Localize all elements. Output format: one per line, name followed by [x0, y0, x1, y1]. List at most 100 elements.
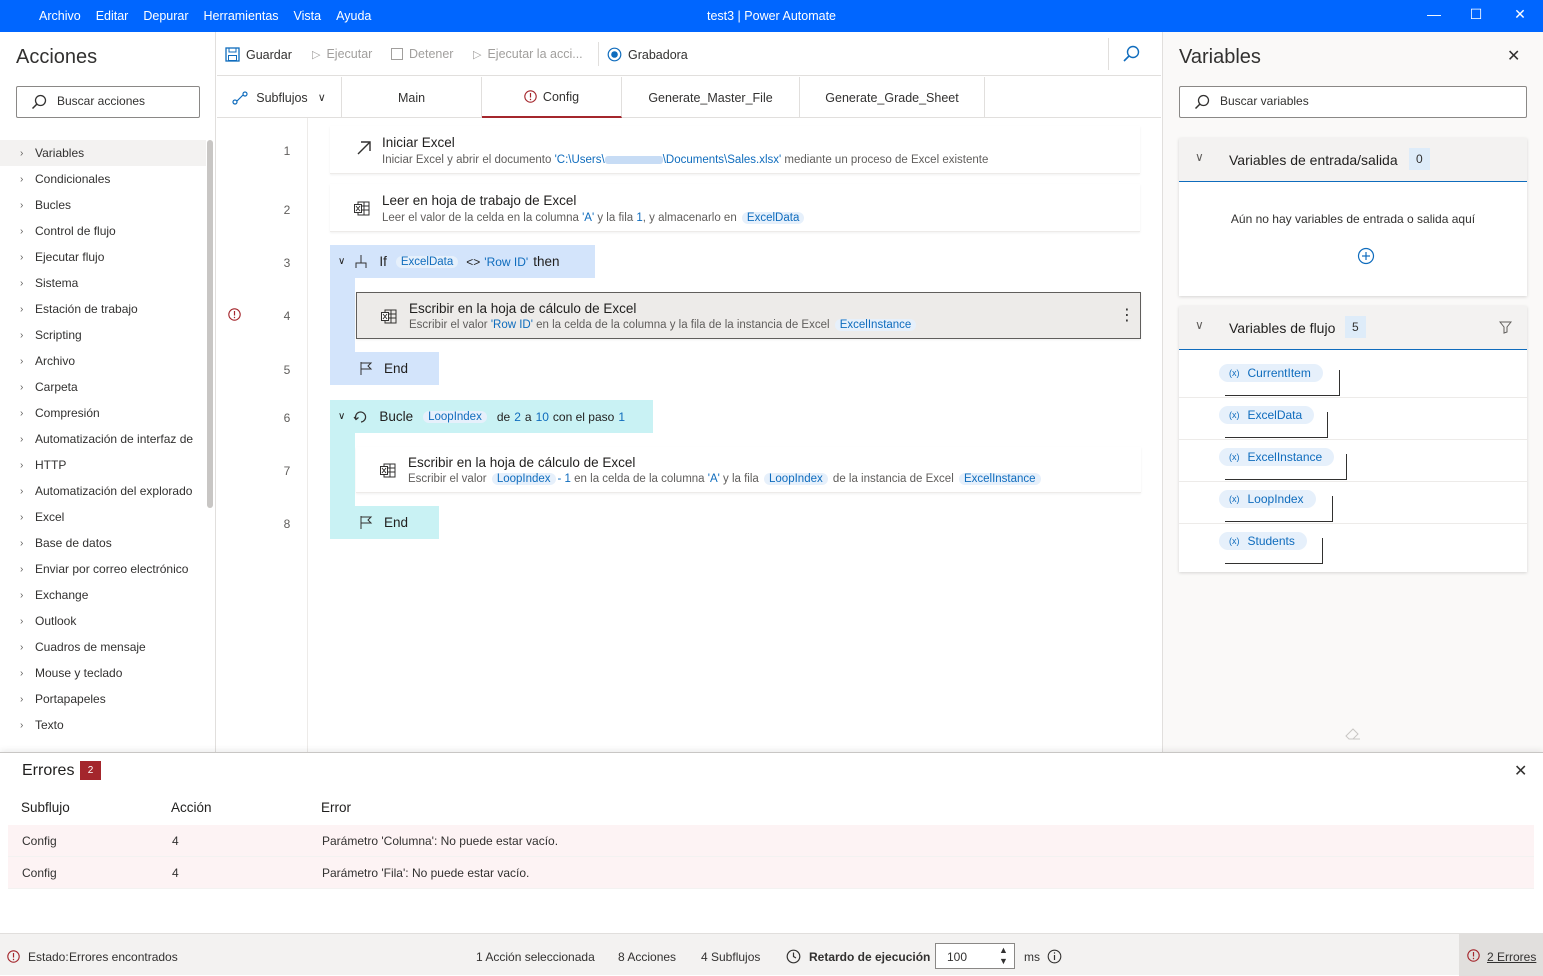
action-category[interactable]: › HTTP — [0, 452, 206, 478]
action-category[interactable]: › Exchange — [0, 582, 206, 608]
maximize-icon[interactable]: ☐ — [1466, 6, 1486, 23]
eraser-icon[interactable] — [1344, 725, 1362, 741]
step-write-excel-selected[interactable]: Escribir en la hoja de cálculo de Excel … — [356, 292, 1141, 339]
action-category[interactable]: › Base de datos — [0, 530, 206, 556]
tab-config[interactable]: Config — [482, 77, 622, 118]
step-run-icon: ▷ — [473, 48, 482, 61]
action-category[interactable]: › Compresión — [0, 400, 206, 426]
step-read-excel[interactable]: Leer en hoja de trabajo de Excel Leer el… — [330, 184, 1140, 232]
more-options-icon[interactable]: ⋮ — [1119, 305, 1135, 325]
tab-main[interactable]: Main — [342, 77, 482, 118]
close-icon[interactable]: ✕ — [1510, 6, 1530, 23]
run-button[interactable]: ▷ Ejecutar — [312, 47, 372, 61]
flow-variable-row[interactable]: (x) Students — [1179, 524, 1527, 566]
action-category[interactable]: › Automatización del explorado — [0, 478, 206, 504]
launch-arrow-icon — [357, 141, 371, 155]
action-category[interactable]: › Enviar por correo electrónico — [0, 556, 206, 582]
action-category[interactable]: › Scripting — [0, 322, 206, 348]
variable-chip[interactable]: (x) Students — [1219, 532, 1307, 550]
tab-generate-grade-sheet[interactable]: Generate_Grade_Sheet — [800, 77, 985, 118]
flow-variable-row[interactable]: (x) ExcelInstance — [1179, 440, 1527, 482]
action-category[interactable]: › Bucles — [0, 192, 206, 218]
chevron-right-icon: › — [20, 537, 24, 549]
flow-variables-header[interactable]: ∨ Variables de flujo 5 — [1179, 306, 1527, 350]
errors-panel: Errores 2 ✕ Subflujo Acción Error Config… — [0, 752, 1543, 933]
variable-pill: LoopIndex — [491, 473, 556, 485]
step-if[interactable]: ∨ If ExcelData <> 'Row ID' then — [330, 245, 595, 278]
close-icon[interactable]: ✕ — [1514, 761, 1527, 781]
save-button[interactable]: Guardar — [225, 47, 292, 62]
run-action-button[interactable]: ▷ Ejecutar la acci... — [473, 47, 583, 61]
actions-scrollbar[interactable] — [207, 140, 213, 508]
errors-link-area[interactable]: 2 Errores — [1459, 934, 1543, 976]
action-category[interactable]: › Excel — [0, 504, 206, 530]
flow-variable-row[interactable]: (x) LoopIndex — [1179, 482, 1527, 524]
action-category[interactable]: › Estación de trabajo — [0, 296, 206, 322]
action-category[interactable]: › Sistema — [0, 270, 206, 296]
collapse-chevron-icon[interactable]: ∨ — [338, 256, 345, 267]
action-category[interactable]: › Archivo — [0, 348, 206, 374]
variables-search-input[interactable] — [1220, 94, 1510, 108]
tab-generate-master-file[interactable]: Generate_Master_File — [622, 77, 800, 118]
action-category-label: Exchange — [35, 588, 89, 602]
close-icon[interactable]: ✕ — [1507, 46, 1520, 66]
step-end-if[interactable]: End — [330, 352, 439, 385]
actions-search-box[interactable] — [16, 86, 200, 118]
action-category-label: Scripting — [35, 328, 82, 342]
flow-variable-row[interactable]: (x) ExcelData — [1179, 398, 1527, 440]
action-category-label: Automatización del explorado — [35, 484, 193, 498]
line-number: 4 — [283, 309, 291, 323]
action-category[interactable]: › Carpeta — [0, 374, 206, 400]
step-end-loop[interactable]: End — [330, 506, 439, 539]
subflow-icon — [232, 90, 248, 105]
variable-chip[interactable]: (x) CurrentItem — [1219, 364, 1323, 382]
step-launch-excel[interactable]: Iniciar Excel Iniciar Excel y abrir el d… — [330, 126, 1140, 174]
stop-button[interactable]: Detener — [391, 47, 453, 61]
error-row[interactable]: Config 4 Parámetro 'Columna': No puede e… — [8, 825, 1534, 857]
action-category[interactable]: › Cuadros de mensaje — [0, 634, 206, 660]
io-variables-header[interactable]: ∨ Variables de entrada/salida 0 — [1179, 138, 1527, 182]
action-category-label: Base de datos — [35, 536, 112, 550]
step-description: Escribir el valor LoopIndex - 1 en la cel… — [408, 473, 1043, 485]
column-header-action[interactable]: Acción — [171, 800, 212, 815]
error-icon — [228, 308, 241, 321]
action-category[interactable]: › Variables — [0, 140, 206, 166]
action-category[interactable]: › Portapapeles — [0, 686, 206, 712]
errors-link[interactable]: 2 Errores — [1487, 950, 1536, 964]
subflows-dropdown[interactable]: Subflujos ∨ — [217, 77, 342, 118]
decrement-icon[interactable]: ▼ — [999, 956, 1008, 966]
action-category-label: Automatización de interfaz de — [35, 432, 194, 446]
error-action: 4 — [172, 834, 179, 848]
delay-input[interactable]: 100 ▲ ▼ — [935, 943, 1015, 969]
action-category[interactable]: › Mouse y teclado — [0, 660, 206, 686]
collapse-chevron-icon[interactable]: ∨ — [338, 411, 345, 422]
step-loop[interactable]: ∨ Bucle LoopIndex de 2 a 10 con el paso … — [330, 400, 653, 433]
variable-chip[interactable]: (x) ExcelInstance — [1219, 448, 1335, 466]
info-icon[interactable] — [1047, 949, 1062, 964]
variables-search-box[interactable] — [1179, 86, 1527, 118]
action-category[interactable]: › Outlook — [0, 608, 206, 634]
column-header-error[interactable]: Error — [321, 800, 351, 815]
action-category[interactable]: › Condicionales — [0, 166, 206, 192]
step-write-excel-loop[interactable]: Escribir en la hoja de cálculo de Excel … — [356, 447, 1141, 493]
variable-type-icon: (x) — [1229, 452, 1240, 462]
filter-icon[interactable] — [1499, 321, 1512, 334]
delay-label: Retardo de ejecución — [809, 950, 931, 964]
minimize-icon[interactable]: — — [1424, 6, 1444, 22]
search-icon[interactable] — [1122, 45, 1140, 63]
actions-search-input[interactable] — [57, 94, 197, 108]
error-row[interactable]: Config 4 Parámetro 'Fila': No puede esta… — [8, 857, 1534, 889]
action-category[interactable]: › Texto — [0, 712, 206, 738]
increment-icon[interactable]: ▲ — [999, 945, 1008, 955]
add-variable-icon[interactable] — [1357, 247, 1375, 265]
action-category[interactable]: › Automatización de interfaz de — [0, 426, 206, 452]
action-category[interactable]: › Control de flujo — [0, 218, 206, 244]
flow-variable-row[interactable]: (x) CurrentItem — [1179, 356, 1527, 398]
variable-chip[interactable]: (x) ExcelData — [1219, 406, 1315, 424]
recorder-button[interactable]: Grabadora — [607, 47, 688, 62]
chevron-right-icon: › — [20, 381, 24, 393]
variable-chip[interactable]: (x) LoopIndex — [1219, 490, 1316, 508]
column-header-subflow[interactable]: Subflujo — [21, 800, 70, 815]
delay-value: 100 — [947, 950, 968, 964]
action-category[interactable]: › Ejecutar flujo — [0, 244, 206, 270]
